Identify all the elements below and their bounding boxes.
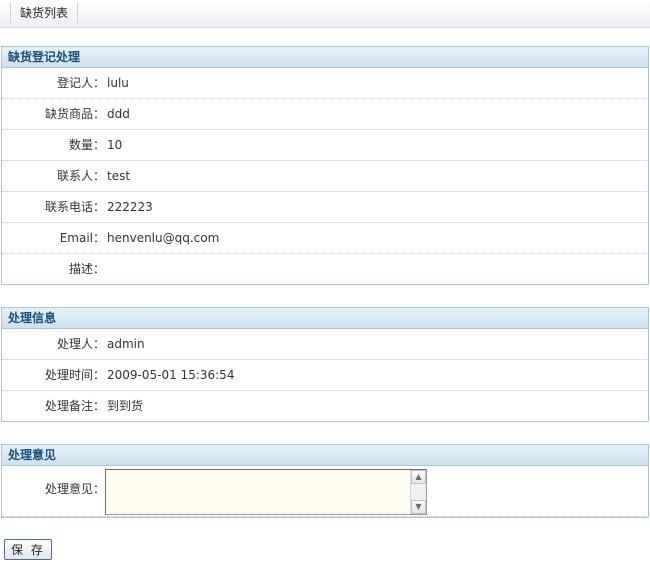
registrant-value: lulu [107,76,129,90]
opinion-panel: 处理意见 处理意见： ▲ ▼ [1,444,649,518]
process-note-row: 处理备注： 到到货 [2,391,648,421]
process-note-label: 处理备注： [44,399,105,413]
product-row: 缺货商品： ddd [2,99,648,130]
registration-panel-title: 缺货登记处理 [2,47,648,68]
email-value: henvenlu@qq.com [107,231,220,245]
handler-row: 处理人： admin [2,329,648,360]
registrant-row: 登记人： lulu [2,68,648,99]
quantity-value: 10 [107,138,123,152]
opinion-label: 处理意见： [44,482,105,496]
handler-value: admin [107,337,145,351]
contact-value: test [107,169,131,183]
product-label: 缺货商品： [44,107,105,121]
processing-panel: 处理信息 处理人： admin 处理时间： 2009-05-01 15:36:5… [1,307,649,422]
opinion-textarea[interactable] [106,470,410,514]
process-time-label: 处理时间： [44,368,105,382]
quantity-row: 数量： 10 [2,130,648,161]
phone-label: 联系电话： [44,200,105,214]
process-note-value: 到到货 [107,399,144,413]
processing-panel-title: 处理信息 [2,308,648,329]
phone-row: 联系电话： 222223 [2,192,648,223]
product-value: ddd [107,107,130,121]
scroll-up-arrow-icon[interactable]: ▲ [411,470,426,484]
contact-row: 联系人： test [2,161,648,192]
opinion-row: 处理意见： ▲ ▼ [2,466,648,517]
registrant-label: 登记人： [56,76,105,90]
opinion-textarea-frame: ▲ ▼ [105,469,427,515]
save-button[interactable]: 保 存 [4,539,52,560]
top-toolbar: 缺货列表 [0,0,650,28]
phone-value: 222223 [107,200,153,214]
scroll-down-arrow-icon[interactable]: ▼ [411,500,426,514]
email-label: Email： [59,231,105,245]
description-value [105,254,107,284]
handler-label: 处理人： [56,337,105,351]
process-time-row: 处理时间： 2009-05-01 15:36:54 [2,360,648,391]
description-label: 描述： [68,262,105,276]
opinion-panel-title: 处理意见 [2,445,648,466]
process-time-value: 2009-05-01 15:36:54 [107,368,235,382]
textarea-scrollbar[interactable]: ▲ ▼ [410,470,426,514]
description-row: 描述： [2,254,648,284]
contact-label: 联系人： [56,169,105,183]
registration-panel: 缺货登记处理 登记人： lulu 缺货商品： ddd 数量： 10 联系人： t… [1,46,649,285]
tab-shortage-list[interactable]: 缺货列表 [10,2,79,24]
quantity-label: 数量： [68,138,105,152]
email-row: Email： henvenlu@qq.com [2,223,648,254]
